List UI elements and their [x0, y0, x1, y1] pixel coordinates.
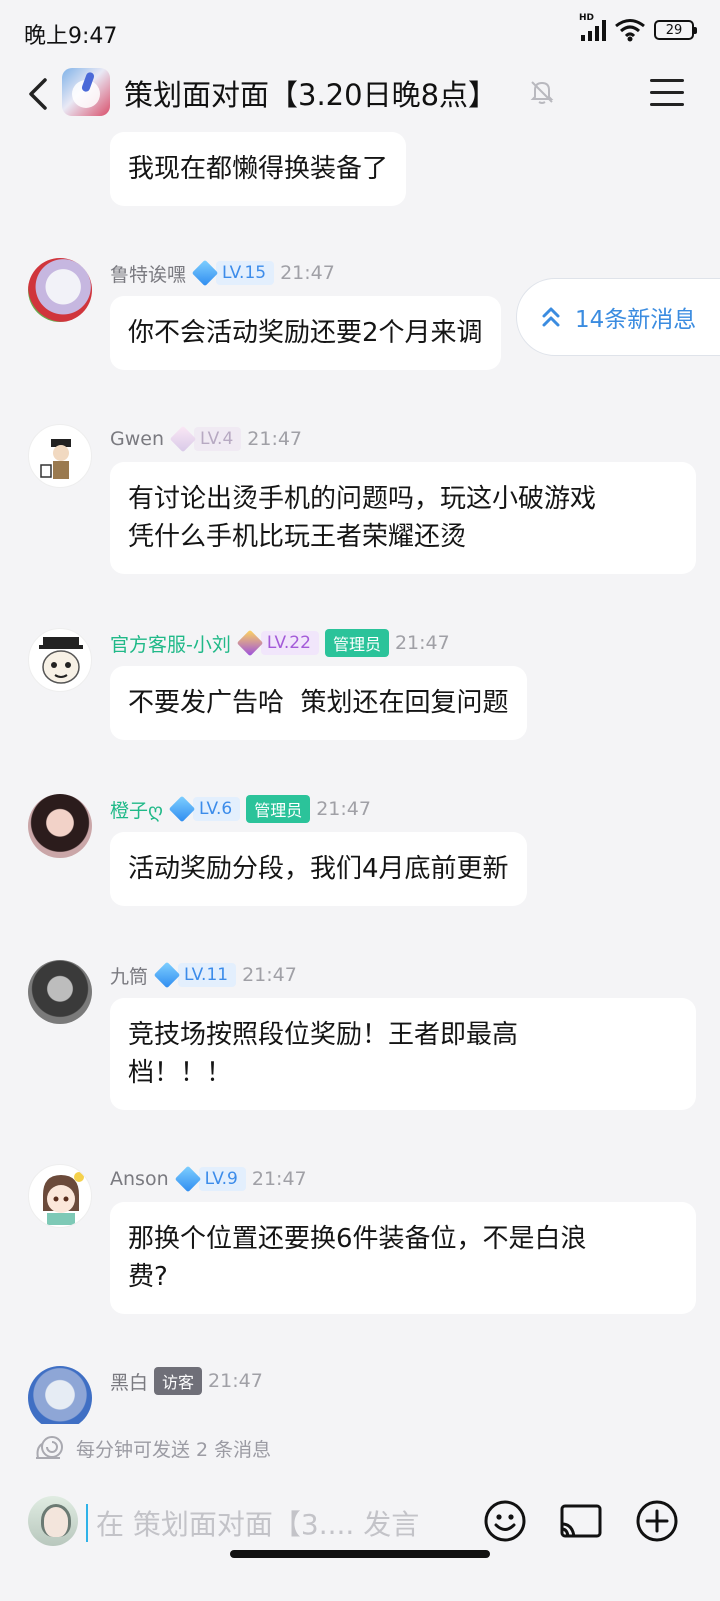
message-time: 21:47: [251, 1168, 307, 1190]
message-meta: 黑白 访客 21:47: [110, 1366, 263, 1396]
username[interactable]: 黑白: [110, 1368, 148, 1395]
chat-header: 策划面对面【3.20日晚8点】: [0, 62, 720, 126]
snail-icon: [36, 1436, 63, 1459]
level-badge: LV.6: [168, 795, 241, 823]
status-icons: HD 29: [579, 13, 697, 42]
username[interactable]: Anson: [110, 1168, 169, 1190]
message-text-line: 档！！！: [128, 1058, 233, 1088]
double-chevron-up-icon: [542, 307, 560, 327]
message-meta: Gwen LV.4 21:47: [110, 424, 302, 454]
message-text-line: 有讨论出烫手机的问题吗，玩这小破游戏: [128, 484, 597, 514]
message-bubble[interactable]: 活动奖励分段，我们4月底前更新: [110, 832, 527, 906]
message-bubble[interactable]: 我现在都懒得换装备了: [110, 132, 407, 206]
input-placeholder: 在 策划面对面【3.... 发言: [96, 1508, 420, 1541]
input-row: 在 策划面对面【3.... 发言: [0, 1476, 720, 1576]
message-time: 21:47: [316, 798, 371, 820]
message-meta: Anson LV.9 21:47: [110, 1164, 307, 1194]
group-avatar[interactable]: [62, 68, 110, 116]
message-text-line: 凭什么手机比玩王者荣耀还烫: [128, 522, 467, 552]
battery-icon: 29: [654, 20, 697, 40]
message-text: 不要发广告哈 策划还在回复问题: [128, 688, 509, 718]
message-bubble[interactable]: 那换个位置还要换6件装备位，不是白浪 费?: [110, 1202, 696, 1314]
message-bubble[interactable]: 你不会活动奖励还要2个月来调: [110, 296, 501, 370]
page-title[interactable]: 策划面对面【3.20日晚8点】: [124, 72, 497, 114]
username[interactable]: 橙子ღ: [110, 796, 163, 823]
username[interactable]: 九筒: [110, 962, 148, 989]
diamond-icon: [169, 425, 197, 453]
message-input[interactable]: 在 策划面对面【3.... 发言: [86, 1502, 466, 1544]
message-bubble[interactable]: 竞技场按照段位奖励！王者即最高 档！！！: [110, 998, 696, 1110]
diamond-icon: [236, 629, 264, 657]
message-meta: 鲁特诶嘿 LV.15 21:47: [110, 258, 335, 288]
level-badge: LV.15: [191, 259, 275, 287]
message-time: 21:47: [247, 428, 303, 450]
level-badge: LV.11: [153, 961, 237, 989]
status-bar: 晚上9:47 HD 29: [0, 0, 720, 62]
message-text: 我现在都懒得换装备了: [128, 154, 389, 184]
username[interactable]: 鲁特诶嘿: [110, 260, 186, 287]
message-text-line: 竞技场按照段位奖励！王者即最高: [128, 1020, 519, 1050]
back-icon[interactable]: [18, 72, 58, 116]
home-indicator[interactable]: [230, 1550, 490, 1558]
message-meta: 九筒 LV.11 21:47: [110, 960, 297, 990]
wifi-icon: [615, 19, 645, 42]
hd-label: HD: [579, 13, 595, 23]
message-time: 21:47: [208, 1370, 263, 1392]
status-time: 晚上9:47: [24, 24, 118, 49]
my-avatar[interactable]: [28, 1496, 78, 1546]
username[interactable]: Gwen: [110, 428, 164, 450]
text-caret: [86, 1504, 88, 1542]
message-text-line: 费?: [128, 1262, 168, 1292]
signal-icon: HD: [579, 13, 606, 41]
message-text-line: 那换个位置还要换6件装备位，不是白浪: [128, 1224, 587, 1254]
avatar[interactable]: [28, 794, 92, 858]
composer: 每分钟可发送 2 条消息 在 策划面对面【3.... 发言: [0, 1424, 720, 1601]
plus-icon[interactable]: [634, 1498, 680, 1544]
emoji-icon[interactable]: [482, 1498, 528, 1544]
message-bubble[interactable]: 有讨论出烫手机的问题吗，玩这小破游戏 凭什么手机比玩王者荣耀还烫: [110, 462, 696, 574]
message-meta: 橙子ღ LV.6 管理员 21:47: [110, 794, 371, 824]
screen-share-icon[interactable]: [558, 1498, 604, 1544]
level-badge: LV.4: [169, 425, 242, 453]
message-text: 你不会活动奖励还要2个月来调: [128, 318, 483, 348]
admin-badge: 管理员: [324, 629, 389, 657]
diamond-icon: [174, 1165, 201, 1193]
avatar[interactable]: [28, 960, 92, 1024]
rate-limit-notice: 每分钟可发送 2 条消息: [34, 1434, 271, 1462]
message-text: 活动奖励分段，我们4月底前更新: [128, 854, 509, 884]
message-time: 21:47: [394, 632, 450, 654]
avatar[interactable]: [28, 1366, 92, 1426]
battery-level: 29: [665, 22, 683, 38]
diamond-icon: [191, 259, 219, 287]
avatar[interactable]: [28, 258, 92, 322]
diamond-icon: [168, 795, 196, 823]
avatar[interactable]: [28, 1164, 92, 1228]
admin-badge: 管理员: [246, 795, 311, 823]
new-messages-label: 14条新消息: [575, 307, 697, 333]
username[interactable]: 官方客服-小刘: [110, 630, 231, 657]
new-messages-button[interactable]: 14条新消息: [516, 278, 720, 356]
message-bubble[interactable]: 不要发广告哈 策划还在回复问题: [110, 666, 527, 740]
message-time: 21:47: [242, 964, 297, 986]
mute-bell-icon: [530, 81, 554, 104]
level-badge: LV.9: [174, 1165, 246, 1193]
avatar[interactable]: [28, 628, 92, 692]
menu-icon[interactable]: [650, 72, 690, 112]
avatar[interactable]: [28, 424, 92, 488]
message-time: 21:47: [280, 262, 335, 284]
level-badge: LV.22: [236, 629, 319, 657]
message-meta: 官方客服-小刘 LV.22 管理员 21:47: [110, 628, 450, 658]
guest-badge: 访客: [154, 1367, 203, 1395]
rate-limit-text: 每分钟可发送 2 条消息: [76, 1438, 272, 1461]
diamond-icon: [153, 961, 181, 989]
